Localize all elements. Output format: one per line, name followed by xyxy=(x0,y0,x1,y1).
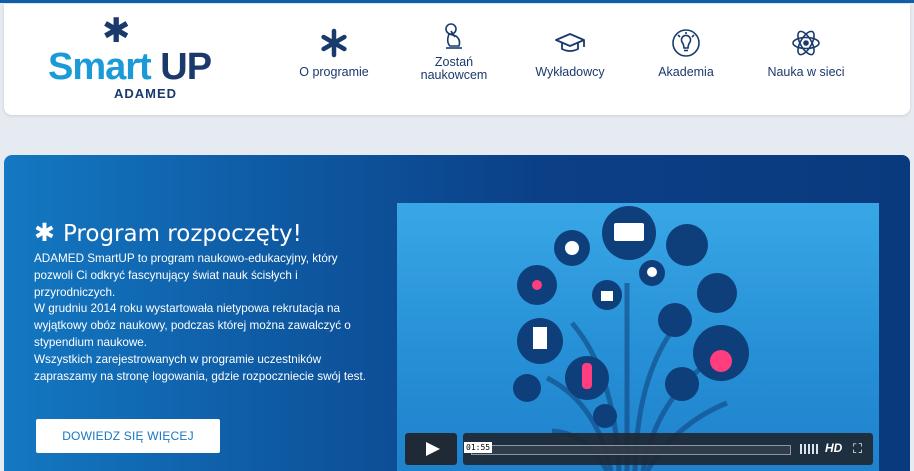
science-tree-illustration xyxy=(513,206,749,471)
graduation-cap-icon xyxy=(555,33,585,52)
hero-title: ✱ Program rozpoczęty! xyxy=(34,218,302,248)
asterisk-icon: ✱ xyxy=(34,218,55,248)
hero-paragraph: W grudniu 2014 roku wystartowała nietypo… xyxy=(34,302,351,349)
logo-brand: ADAMED xyxy=(114,86,178,101)
control-bar: 01:55 HD ⛶ xyxy=(463,433,873,465)
nav-wykladowcy[interactable]: Wykładowcy xyxy=(526,26,614,101)
top-accent-line xyxy=(0,0,914,3)
progress-track[interactable]: 01:55 xyxy=(464,442,791,455)
nav-label: Nauka w sieci xyxy=(767,65,845,79)
hero-paragraph: Wszystkich zarejestrowanych w programie … xyxy=(34,352,366,383)
nav-label: Wykładowcy xyxy=(535,65,605,79)
asterisk-icon xyxy=(321,28,347,58)
fullscreen-icon[interactable]: ⛶ xyxy=(853,441,862,457)
hd-icon[interactable]: HD xyxy=(825,441,842,455)
hero-paragraph: ADAMED SmartUP to program naukowo-edukac… xyxy=(34,252,338,299)
volume-icon[interactable] xyxy=(800,444,820,454)
nav-zostan-naukowcem[interactable]: Zostań naukowcem xyxy=(412,23,496,101)
video-controls: 01:55 HD ⛶ xyxy=(405,433,873,465)
logo-wordmark: Smart UP xyxy=(48,46,212,88)
nav-label: Zostań naukowcem xyxy=(420,55,488,82)
nav-nauka-w-sieci[interactable]: Nauka w sieci xyxy=(758,26,854,101)
smartup-logo[interactable]: ✱ Smart UP ADAMED xyxy=(48,11,212,106)
nav-label: Akademia xyxy=(658,65,714,79)
thinker-icon xyxy=(445,23,462,49)
hero-description: ADAMED SmartUP to program naukowo-edukac… xyxy=(34,251,379,385)
lightbulb-icon xyxy=(672,29,700,57)
site-header: ✱ Smart UP ADAMED O programie Zostań nau… xyxy=(4,4,910,115)
nav-o-programie[interactable]: O programie xyxy=(290,26,378,101)
logo-asterisk-icon: ✱ xyxy=(102,11,131,51)
video-player[interactable]: 01:55 HD ⛶ xyxy=(397,203,879,471)
nav-akademia[interactable]: Akademia xyxy=(646,26,726,101)
play-icon[interactable] xyxy=(405,433,457,465)
nav-label: O programie xyxy=(299,65,369,79)
learn-more-button[interactable]: DOWIEDZ SIĘ WIĘCEJ xyxy=(36,419,220,453)
timecode-label: 01:55 xyxy=(464,442,493,453)
hero-banner: ✱ Program rozpoczęty! ADAMED SmartUP to p… xyxy=(4,155,910,471)
atom-icon xyxy=(792,30,820,56)
